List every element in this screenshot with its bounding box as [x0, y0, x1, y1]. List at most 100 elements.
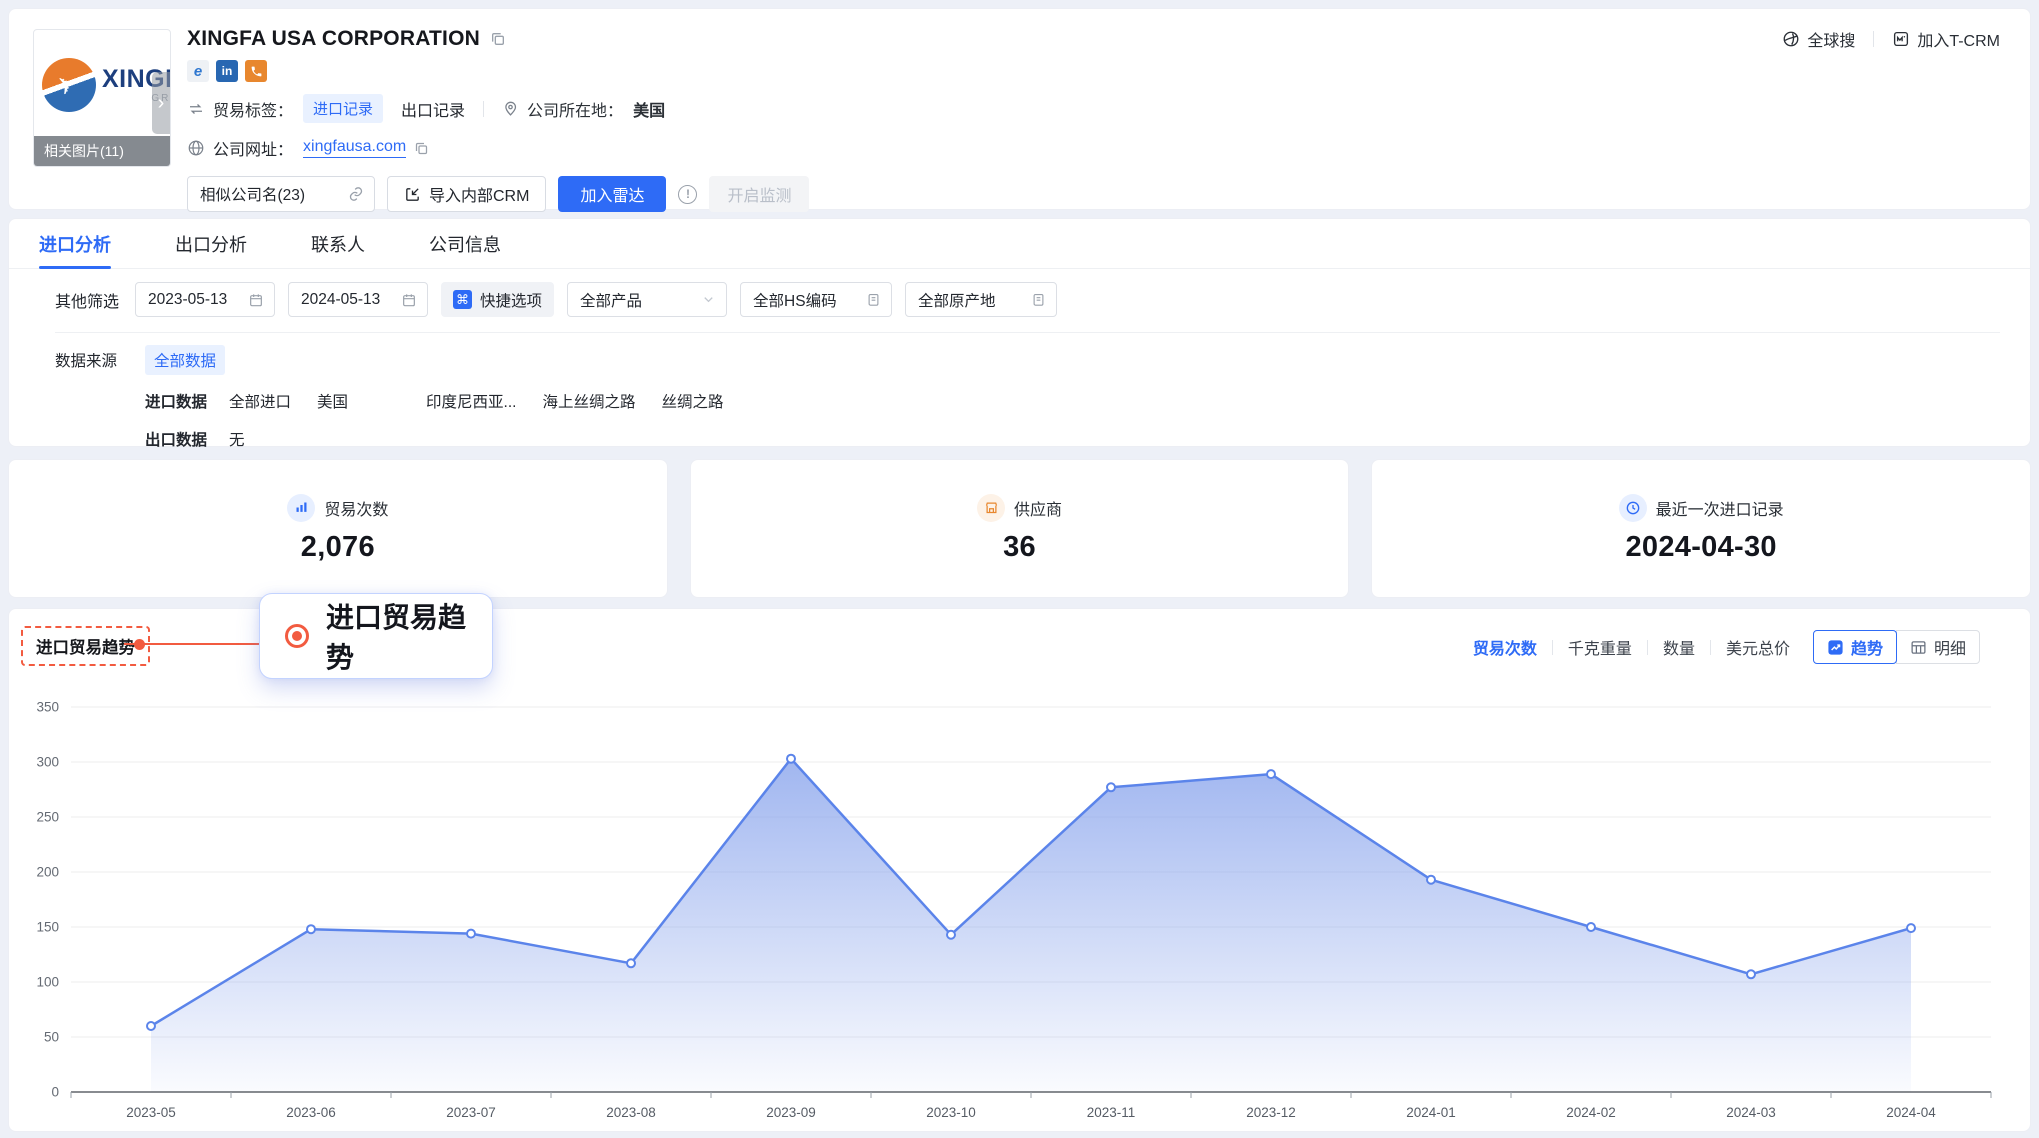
svg-text:2023-07: 2023-07	[446, 1105, 496, 1120]
data-source-label: 数据来源	[55, 349, 145, 371]
divider	[483, 101, 484, 117]
import-icon	[404, 186, 421, 203]
date-from-input[interactable]: 2023-05-13	[135, 282, 275, 317]
export-data-value: 无	[229, 428, 245, 450]
location-value: 美国	[633, 97, 665, 121]
company-logo[interactable]: ✈ XINGFA GROUP › 相关图片(11)	[33, 29, 171, 167]
chart-title: 进口贸易趋势	[21, 626, 150, 666]
stat-label: 供应商	[1014, 496, 1062, 520]
plane-icon: ✈	[51, 70, 79, 103]
top-actions: 全球搜 加入T-CRM	[1782, 27, 2000, 51]
trade-label-title: 贸易标签：	[213, 97, 293, 121]
linkedin-icon[interactable]: in	[216, 60, 238, 82]
tcrm-icon	[1892, 30, 1910, 48]
command-icon: ⌘	[453, 290, 472, 309]
svg-text:2023-06: 2023-06	[286, 1105, 336, 1120]
join-radar-button[interactable]: 加入雷达	[558, 176, 666, 212]
carousel-next-button[interactable]: ›	[152, 72, 170, 134]
divider	[1647, 640, 1648, 655]
import-crm-button[interactable]: 导入内部CRM	[387, 176, 546, 212]
other-filters-label: 其他筛选	[55, 288, 119, 312]
callout-tooltip: 进口贸易趋势	[259, 593, 493, 679]
document-list-icon	[1031, 292, 1046, 307]
company-name: XINGFA USA CORPORATION	[187, 27, 480, 51]
tab-bar: 进口分析 出口分析 联系人 公司信息	[9, 219, 2030, 269]
info-icon[interactable]: !	[678, 185, 697, 204]
chevron-down-icon	[701, 292, 716, 307]
start-monitor-button[interactable]: 开启监测	[709, 176, 809, 212]
metric-trade-count[interactable]: 贸易次数	[1473, 635, 1537, 659]
callout-dot	[134, 639, 145, 650]
svg-text:150: 150	[36, 920, 59, 935]
related-images-badge[interactable]: 相关图片(11)	[34, 136, 170, 166]
tag-import-records[interactable]: 进口记录	[303, 94, 383, 123]
svg-text:2024-02: 2024-02	[1566, 1105, 1616, 1120]
stat-label: 贸易次数	[324, 496, 388, 520]
trade-tag-icon	[187, 100, 205, 118]
company-header-card: ✈ XINGFA GROUP › 相关图片(11) 全球搜	[8, 8, 2031, 210]
import-data-value[interactable]: 全部进口	[229, 390, 291, 412]
svg-text:2023-05: 2023-05	[126, 1105, 176, 1120]
stat-card-last-import: 最近一次进口记录 2024-04-30	[1371, 459, 2031, 598]
filter-row: 其他筛选 2023-05-13 2024-05-13 ⌘ 快捷选项 全部产品	[9, 269, 2030, 317]
stat-value: 2024-04-30	[1626, 531, 1777, 564]
import-data-value[interactable]: 印度尼西亚...	[426, 390, 516, 412]
tag-export-records[interactable]: 出口记录	[401, 97, 465, 121]
similar-company-button[interactable]: 相似公司名(23)	[187, 176, 375, 212]
svg-text:2023-12: 2023-12	[1246, 1105, 1296, 1120]
xingfa-emblem-icon: ✈	[42, 58, 96, 112]
global-search-button[interactable]: 全球搜	[1782, 27, 1855, 51]
table-icon	[1910, 639, 1927, 656]
metric-quantity[interactable]: 数量	[1663, 635, 1695, 659]
link-icon	[348, 186, 364, 202]
svg-text:200: 200	[36, 865, 59, 880]
quick-options-button[interactable]: ⌘ 快捷选项	[441, 282, 554, 317]
phone-icon[interactable]	[245, 60, 267, 82]
date-to-input[interactable]: 2024-05-13	[288, 282, 428, 317]
tab-contacts[interactable]: 联系人	[311, 219, 365, 268]
stat-card-suppliers: 供应商 36	[690, 459, 1350, 598]
bullseye-icon	[285, 624, 309, 648]
svg-text:100: 100	[36, 975, 59, 990]
stat-label: 最近一次进口记录	[1656, 496, 1784, 520]
trend-icon	[1827, 639, 1844, 656]
svg-text:2024-04: 2024-04	[1886, 1105, 1936, 1120]
all-origin-picker[interactable]: 全部原产地	[905, 282, 1057, 317]
stats-row: 贸易次数 2,076 供应商 36 最近一次进口记录 2024-04-30	[8, 459, 2031, 598]
divider	[1552, 640, 1553, 655]
all-hs-code-picker[interactable]: 全部HS编码	[740, 282, 892, 317]
document-list-icon	[866, 292, 881, 307]
chart-controls: 贸易次数 千克重量 数量 美元总价 趋势	[1473, 630, 1980, 664]
tab-export-analysis[interactable]: 出口分析	[175, 219, 247, 268]
import-data-value[interactable]: 美国	[317, 390, 348, 412]
import-data-value[interactable]: 海上丝绸之路	[542, 390, 635, 412]
svg-text:250: 250	[36, 810, 59, 825]
toggle-detail[interactable]: 明细	[1896, 630, 1980, 664]
copy-website-icon[interactable]	[414, 141, 429, 156]
calendar-icon	[248, 292, 264, 308]
metric-usd-total[interactable]: 美元总价	[1726, 635, 1790, 659]
bar-chart-icon	[287, 494, 315, 522]
all-data-chip[interactable]: 全部数据	[145, 345, 225, 375]
import-data-value[interactable]: 丝绸之路	[661, 390, 723, 412]
import-trend-chart[interactable]: 0501001502002503003502023-052023-062023-…	[17, 667, 2024, 1131]
toggle-trend[interactable]: 趋势	[1813, 630, 1897, 664]
metric-kg-weight[interactable]: 千克重量	[1568, 635, 1632, 659]
import-trend-card: 进口贸易趋势 进口贸易趋势 贸易次数 千克重量 数量 美元总价 趋势	[8, 608, 2031, 1132]
logo-graphic: ✈ XINGFA GROUP	[34, 30, 170, 112]
website-icon[interactable]: e	[187, 60, 209, 82]
globe-search-icon	[1782, 30, 1800, 48]
svg-text:2023-11: 2023-11	[1087, 1105, 1136, 1120]
tab-import-analysis[interactable]: 进口分析	[39, 219, 111, 268]
divider	[1873, 31, 1874, 47]
svg-text:350: 350	[36, 700, 59, 715]
tab-company-info[interactable]: 公司信息	[429, 219, 501, 268]
clock-icon	[1619, 494, 1647, 522]
copy-company-name-icon[interactable]	[490, 31, 506, 47]
join-tcrm-button[interactable]: 加入T-CRM	[1892, 27, 2000, 51]
location-label: 公司所在地：	[527, 97, 623, 121]
supplier-icon	[977, 494, 1005, 522]
website-link[interactable]: xingfausa.com	[303, 138, 406, 158]
all-products-select[interactable]: 全部产品	[567, 282, 727, 317]
data-source-block: 数据来源 全部数据 进口数据 全部进口 美国 印度尼西亚... 海上丝绸之路 丝…	[9, 345, 2030, 450]
